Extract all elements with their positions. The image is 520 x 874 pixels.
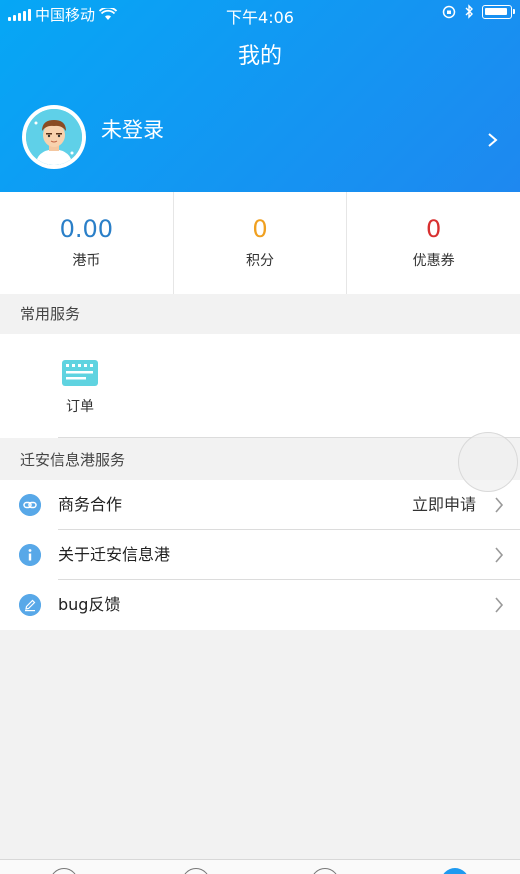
apply-now-link[interactable]: 立即申请 — [412, 480, 476, 530]
stat-points[interactable]: 0 积分 — [174, 192, 348, 294]
link-icon — [19, 494, 41, 516]
tab-discover[interactable] — [182, 868, 210, 874]
list-item-business-cooperation[interactable]: 商务合作 立即申请 — [0, 480, 520, 530]
stat-label: 优惠券 — [412, 253, 455, 269]
user-avatar-icon — [26, 109, 82, 165]
tab-messages[interactable] — [311, 868, 339, 874]
login-status-label[interactable]: 未登录 — [101, 114, 164, 144]
bluetooth-icon — [465, 4, 473, 19]
stat-value: 0.00 — [59, 215, 114, 243]
list-item-label: 商务合作 — [58, 495, 123, 514]
profile-header: 中国移动 下午4:06 我的 未登录 — [0, 0, 520, 192]
rotation-lock-icon — [442, 5, 456, 18]
list-item-label: 关于迁安信息港 — [58, 545, 171, 564]
tab-profile[interactable] — [441, 868, 469, 874]
chevron-right-icon — [495, 597, 504, 613]
stat-value: 0 — [426, 215, 442, 243]
stat-hkd[interactable]: 0.00 港币 — [0, 192, 174, 294]
list-item-bug-feedback[interactable]: bug反馈 — [0, 580, 520, 630]
account-stats: 0.00 港币 0 积分 0 优惠券 — [0, 192, 520, 294]
section-title-common-services: 常用服务 — [0, 294, 520, 334]
port-services-list: 商务合作 立即申请 关于迁安信息港 bug反馈 — [0, 480, 520, 630]
stat-label: 积分 — [246, 253, 274, 269]
avatar[interactable] — [22, 105, 86, 169]
service-label: 订单 — [66, 399, 94, 415]
battery-icon — [482, 4, 515, 19]
stat-coupons[interactable]: 0 优惠券 — [347, 192, 520, 294]
section-title-port-services: 迁安信息港服务 — [0, 440, 520, 480]
status-bar: 中国移动 下午4:06 — [0, 0, 520, 27]
bottom-tab-bar — [0, 859, 520, 874]
service-orders[interactable]: 订单 — [40, 358, 120, 416]
chevron-right-icon[interactable] — [486, 130, 500, 150]
edit-icon — [19, 594, 41, 616]
page-title: 我的 — [237, 44, 282, 69]
stat-value: 0 — [252, 215, 268, 243]
keyboard-icon — [62, 360, 98, 386]
list-item-about[interactable]: 关于迁安信息港 — [0, 530, 520, 580]
assistive-touch-button[interactable] — [458, 432, 518, 492]
info-icon — [19, 544, 41, 566]
divider — [58, 437, 520, 438]
stat-label: 港币 — [72, 253, 101, 269]
common-services-grid: 订单 — [0, 334, 520, 438]
chevron-right-icon — [495, 497, 504, 513]
chevron-right-icon — [495, 547, 504, 563]
tab-home[interactable] — [50, 868, 78, 874]
list-item-label: bug反馈 — [58, 595, 121, 614]
